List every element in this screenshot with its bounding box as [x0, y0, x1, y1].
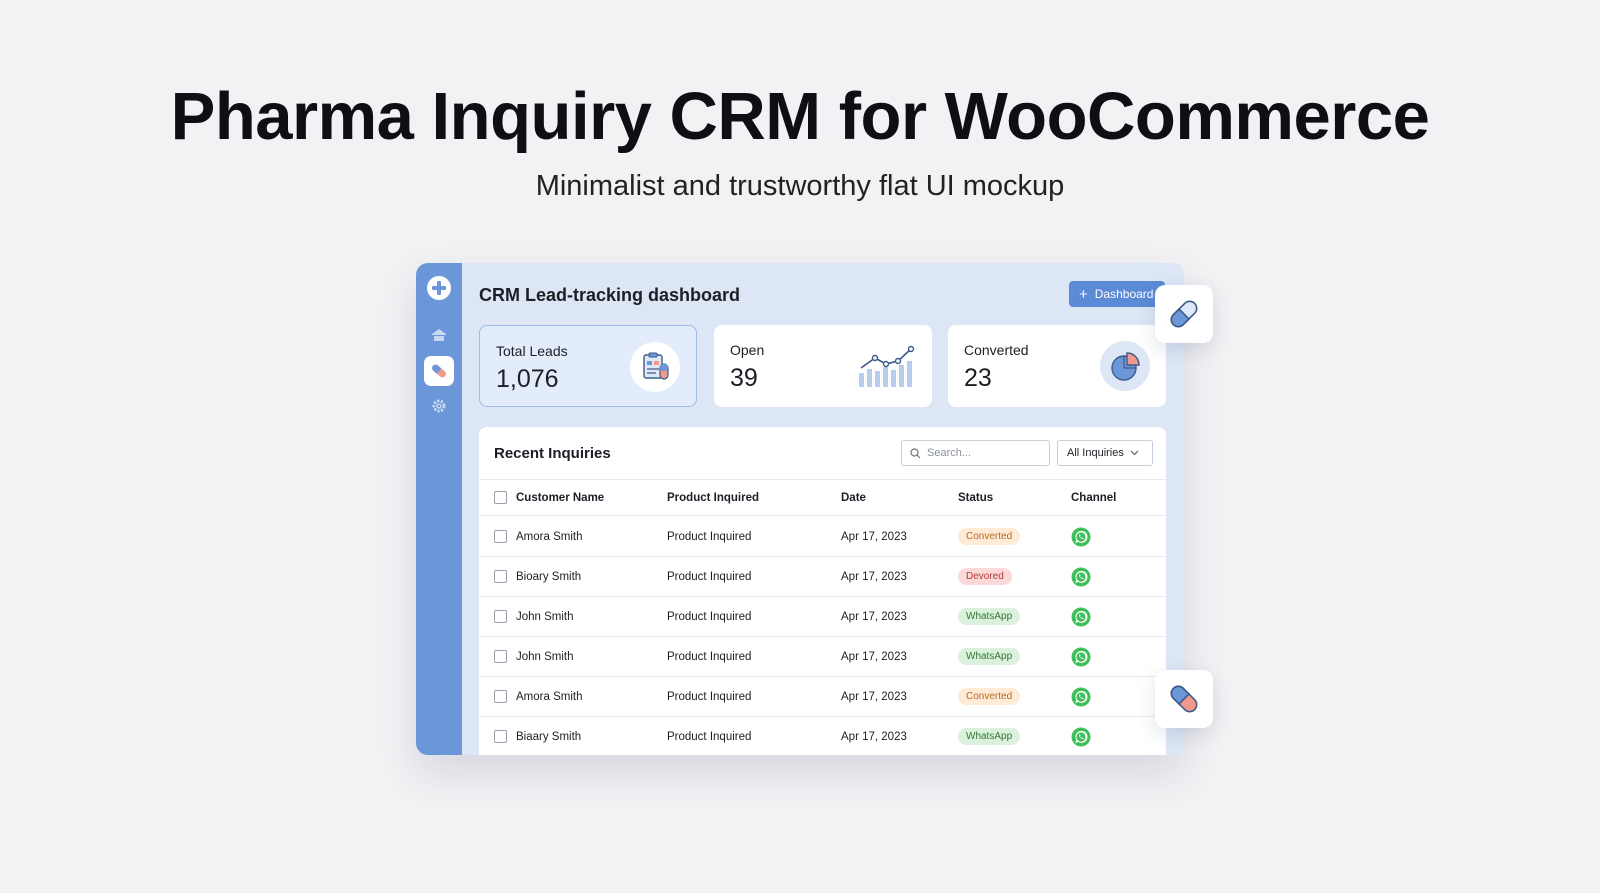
customer-name: Biaary Smith [516, 730, 582, 743]
row-checkbox[interactable] [494, 570, 507, 583]
stat-label: Total Leads [496, 343, 568, 359]
pill-icon[interactable] [424, 356, 454, 386]
customer-name: Bioary Smith [516, 570, 582, 583]
column-header[interactable]: Channel [1071, 480, 1116, 515]
product-inquired: Product Inquired [667, 530, 752, 543]
crm-window: CRM Lead-tracking dashboard + Dashboard … [416, 263, 1184, 755]
floating-pill-card [1155, 285, 1213, 343]
filter-label: All Inquiries [1067, 447, 1124, 459]
plus-circle-icon[interactable] [427, 276, 451, 300]
customer-name: Amora Smith [516, 530, 583, 543]
search-input[interactable]: Search... [901, 440, 1050, 466]
stat-card-open[interactable]: Open 39 [714, 325, 932, 407]
section-title: Recent Inquiries [494, 445, 611, 462]
stat-card-converted[interactable]: Converted 23 [948, 325, 1166, 407]
hero-subtitle: Minimalist and trustworthy flat UI mocku… [535, 170, 1065, 202]
table-row[interactable]: Bioary Smith Product Inquired Apr 17, 2023… [479, 557, 1166, 597]
hero-title: Pharma Inquiry CRM for WooCommerce [170, 79, 1430, 154]
column-header[interactable]: Customer Name [516, 480, 604, 515]
product-inquired: Product Inquired [667, 730, 752, 743]
customer-name: John Smith [516, 650, 574, 663]
search-placeholder: Search... [927, 447, 972, 459]
column-header[interactable]: Status [958, 480, 993, 515]
stat-value: 23 [964, 364, 992, 392]
table-header: Customer Name Product Inquired Date Stat… [479, 479, 1166, 516]
inquiry-date: Apr 17, 2023 [841, 530, 907, 543]
product-inquired: Product Inquired [667, 610, 752, 623]
whatsapp-icon[interactable] [1071, 527, 1091, 547]
stat-card-total-leads[interactable]: Total Leads 1,076 [479, 325, 697, 407]
recent-inquiries-card: Recent Inquiries Search... All Inquiries… [479, 427, 1166, 755]
whatsapp-icon[interactable] [1071, 607, 1091, 627]
inquiry-date: Apr 17, 2023 [841, 690, 907, 703]
inquiry-date: Apr 17, 2023 [841, 610, 907, 623]
inquiry-date: Apr 17, 2023 [841, 650, 907, 663]
dashboard-button-label: Dashboard [1094, 287, 1154, 301]
status-badge: Converted [958, 528, 1021, 545]
row-checkbox[interactable] [494, 690, 507, 703]
table-row[interactable]: Amora Smith Product Inquired Apr 17, 2023 C… [479, 517, 1166, 557]
clipboard-pill-icon [630, 342, 680, 392]
status-badge: WhatsApp [958, 728, 1021, 745]
row-checkbox[interactable] [494, 530, 507, 543]
table-row[interactable]: John Smith Product Inquired Apr 17, 2023 Wh… [479, 597, 1166, 637]
stat-value: 1,076 [496, 365, 559, 393]
table-row[interactable]: Biaary Smith Product Inquired Apr 17, 2023… [479, 717, 1166, 755]
table-row[interactable]: Amora Smith Product Inquired Apr 17, 2023 C… [479, 677, 1166, 717]
inquiry-date: Apr 17, 2023 [841, 730, 907, 743]
search-icon [910, 447, 921, 458]
whatsapp-icon[interactable] [1071, 727, 1091, 747]
row-checkbox[interactable] [494, 650, 507, 663]
pie-chart-icon [1100, 341, 1150, 391]
column-header[interactable]: Date [841, 480, 866, 515]
row-checkbox[interactable] [494, 610, 507, 623]
product-inquired: Product Inquired [667, 570, 752, 583]
product-inquired: Product Inquired [667, 690, 752, 703]
row-checkbox[interactable] [494, 730, 507, 743]
pill-icon [1170, 300, 1198, 328]
floating-capsule-card [1155, 670, 1213, 728]
customer-name: Amora Smith [516, 690, 583, 703]
plus-icon: + [1079, 285, 1088, 303]
chevron-down-icon [1130, 450, 1139, 456]
status-badge: Converted [958, 688, 1021, 705]
whatsapp-icon[interactable] [1071, 687, 1091, 707]
sidebar [416, 263, 462, 755]
stat-label: Converted [964, 342, 1029, 358]
select-all-checkbox[interactable] [494, 491, 507, 504]
line-bar-chart-icon [856, 341, 916, 391]
stat-value: 39 [730, 364, 758, 392]
capsule-icon [1170, 685, 1198, 713]
stat-label: Open [730, 342, 765, 358]
whatsapp-icon[interactable] [1071, 647, 1091, 667]
status-badge: Devored [958, 568, 1012, 585]
product-inquired: Product Inquired [667, 650, 752, 663]
gear-icon[interactable] [424, 391, 454, 421]
page-title: CRM Lead-tracking dashboard [479, 285, 741, 305]
column-header[interactable]: Product Inquired [667, 480, 759, 515]
customer-name: John Smith [516, 610, 574, 623]
whatsapp-icon[interactable] [1071, 567, 1091, 587]
inquiry-date: Apr 17, 2023 [841, 570, 907, 583]
status-badge: WhatsApp [958, 648, 1021, 665]
home-icon[interactable] [424, 320, 454, 350]
inquiry-filter-select[interactable]: All Inquiries [1057, 440, 1153, 466]
status-badge: WhatsApp [958, 608, 1021, 625]
table-row[interactable]: John Smith Product Inquired Apr 17, 2023 Wh… [479, 637, 1166, 677]
dashboard-button[interactable]: + Dashboard [1069, 281, 1165, 307]
